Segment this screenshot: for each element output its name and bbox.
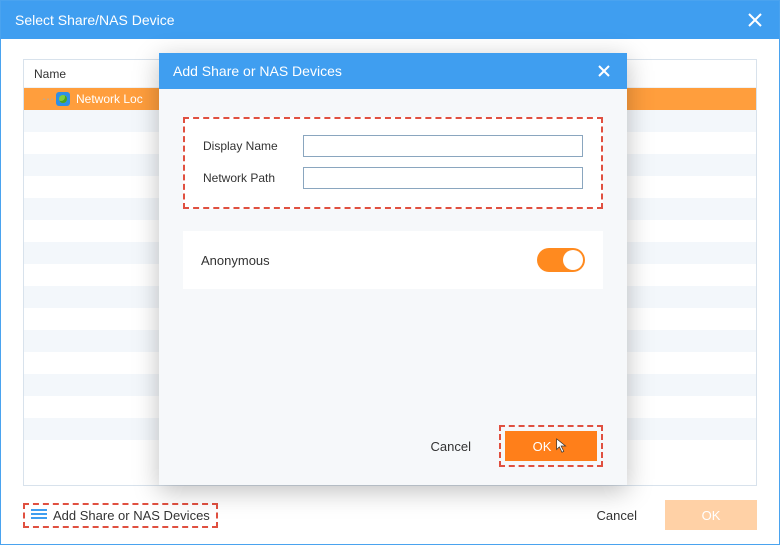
list-icon bbox=[31, 509, 47, 521]
main-window: Select Share/NAS Device Name ⋯ Network L… bbox=[0, 0, 780, 545]
main-titlebar: Select Share/NAS Device bbox=[1, 1, 779, 39]
display-name-input[interactable] bbox=[303, 135, 583, 157]
anonymous-panel: Anonymous bbox=[183, 231, 603, 289]
modal-close-button[interactable] bbox=[595, 62, 613, 80]
add-share-nas-label: Add Share or NAS Devices bbox=[53, 508, 210, 523]
modal-ok-label: OK bbox=[533, 439, 552, 454]
cursor-icon bbox=[555, 438, 569, 454]
form-panel: Display Name Network Path bbox=[183, 117, 603, 209]
main-ok-button[interactable]: OK bbox=[665, 500, 757, 530]
modal-footer: Cancel OK bbox=[159, 425, 627, 467]
modal-body: Display Name Network Path Anonymous Canc… bbox=[159, 89, 627, 485]
close-icon bbox=[748, 13, 762, 27]
main-footer: Add Share or NAS Devices Cancel OK bbox=[23, 498, 757, 532]
globe-icon bbox=[56, 92, 70, 106]
grid-row-label: Network Loc bbox=[76, 92, 143, 106]
toggle-knob bbox=[563, 250, 583, 270]
main-cancel-button[interactable]: Cancel bbox=[597, 508, 637, 523]
modal-cancel-button[interactable]: Cancel bbox=[431, 439, 471, 454]
add-share-modal: Add Share or NAS Devices Display Name Ne… bbox=[159, 53, 627, 485]
modal-title: Add Share or NAS Devices bbox=[173, 63, 342, 79]
network-path-label: Network Path bbox=[203, 171, 293, 185]
close-icon bbox=[598, 65, 610, 77]
anonymous-toggle[interactable] bbox=[537, 248, 585, 272]
tree-connector-icon: ⋯ bbox=[42, 92, 54, 106]
ok-highlight-box: OK bbox=[499, 425, 603, 467]
modal-titlebar: Add Share or NAS Devices bbox=[159, 53, 627, 89]
display-name-label: Display Name bbox=[203, 139, 293, 153]
anonymous-label: Anonymous bbox=[201, 253, 270, 268]
network-path-row: Network Path bbox=[203, 167, 583, 189]
network-path-input[interactable] bbox=[303, 167, 583, 189]
add-share-nas-link[interactable]: Add Share or NAS Devices bbox=[23, 503, 218, 528]
main-title: Select Share/NAS Device bbox=[15, 12, 175, 28]
display-name-row: Display Name bbox=[203, 135, 583, 157]
main-close-button[interactable] bbox=[745, 10, 765, 30]
main-footer-buttons: Cancel OK bbox=[597, 500, 757, 530]
modal-ok-button[interactable]: OK bbox=[505, 431, 597, 461]
